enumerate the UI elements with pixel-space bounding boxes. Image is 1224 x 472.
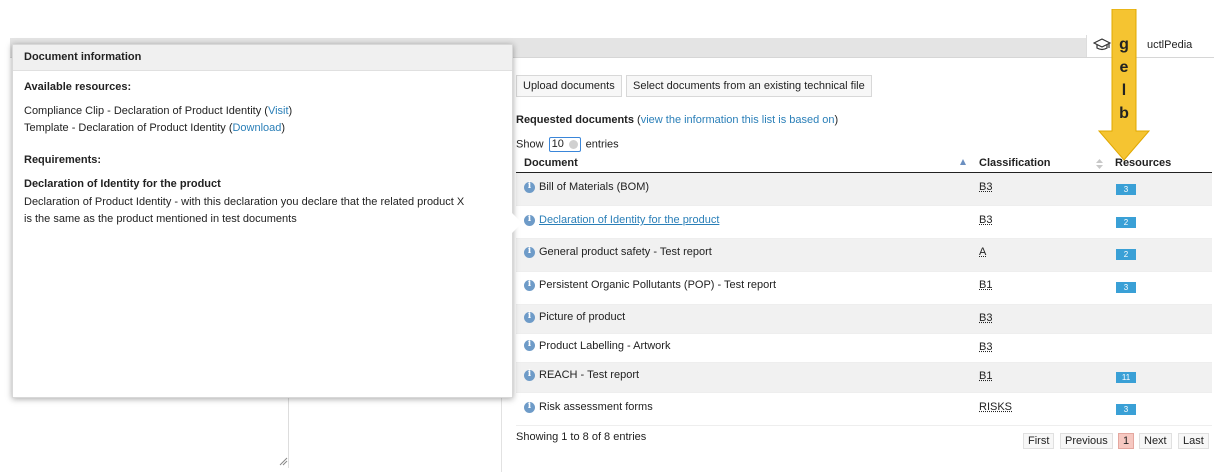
row-classification: B3 xyxy=(979,312,993,324)
upload-documents-button[interactable]: Upload documents xyxy=(516,75,622,97)
table-row[interactable]: Bill of Materials (BOM) B3 3 xyxy=(516,173,1212,206)
column-document[interactable]: Document xyxy=(524,157,578,169)
entries-select[interactable]: 10 xyxy=(548,137,581,152)
resources-badge[interactable]: 3 xyxy=(1116,404,1136,415)
info-icon[interactable] xyxy=(524,339,535,351)
table-info: Showing 1 to 8 of 8 entries xyxy=(516,431,647,443)
pager-previous[interactable]: Previous xyxy=(1060,433,1113,449)
resource-line-2: Template - Declaration of Product Identi… xyxy=(24,120,504,136)
info-icon[interactable] xyxy=(524,214,535,226)
table-row[interactable]: Declaration of Identity for the product … xyxy=(516,206,1212,239)
popover-pointer xyxy=(512,213,522,233)
entries-length-control: Show 10 entries xyxy=(516,137,619,152)
annotation-letter: e xyxy=(1119,59,1129,76)
info-icon[interactable] xyxy=(524,279,535,291)
row-classification: B1 xyxy=(979,370,993,382)
popover-title: Document information xyxy=(13,45,512,71)
resource-line-1: Compliance Clip - Declaration of Product… xyxy=(24,103,504,119)
row-document: REACH - Test report xyxy=(539,369,640,381)
row-document: Product Labelling - Artwork xyxy=(539,340,671,352)
row-classification: B1 xyxy=(979,279,993,291)
entries-label: entries xyxy=(585,138,619,151)
row-classification: B3 xyxy=(979,181,993,193)
row-document: Risk assessment forms xyxy=(539,401,653,413)
table-row[interactable]: Product Labelling - Artwork B3 xyxy=(516,334,1212,363)
row-document: Bill of Materials (BOM) xyxy=(539,181,650,193)
resource-1-close: ) xyxy=(288,105,293,117)
resources-badge[interactable]: 2 xyxy=(1116,249,1136,260)
requested-title-text: Requested documents xyxy=(516,114,634,126)
column-classification[interactable]: Classification xyxy=(979,157,1051,169)
entries-select-value: 10 xyxy=(551,138,564,150)
row-classification: RISKS xyxy=(979,401,1013,413)
download-link[interactable]: Download xyxy=(232,122,281,134)
paren-close: ) xyxy=(834,114,839,126)
resources-badge[interactable]: 11 xyxy=(1116,372,1136,383)
annotation-letter: l xyxy=(1121,82,1127,99)
table-row[interactable]: General product safety - Test report A 2 xyxy=(516,239,1212,272)
info-icon[interactable] xyxy=(524,246,535,258)
resources-badge[interactable]: 3 xyxy=(1116,282,1136,293)
sort-asc-icon[interactable] xyxy=(960,159,966,165)
row-document-link[interactable]: Declaration of Identity for the product xyxy=(539,214,719,226)
info-icon[interactable] xyxy=(524,369,535,381)
row-classification: A xyxy=(979,246,987,258)
requested-documents-title: Requested documents (view the informatio… xyxy=(516,114,838,126)
resource-2-text: Template - Declaration of Product Identi… xyxy=(24,122,233,134)
pager-first[interactable]: First xyxy=(1023,433,1055,449)
annotation-letter: b xyxy=(1119,105,1129,122)
view-info-link[interactable]: view the information this list is based … xyxy=(641,114,835,126)
requirement-line-2: is the same as the product mentioned in … xyxy=(24,213,297,225)
document-info-popover: Document information Available resources… xyxy=(12,44,522,398)
resource-2-close: ) xyxy=(281,122,286,134)
row-document: General product safety - Test report xyxy=(539,246,712,258)
table-row[interactable]: REACH - Test report B1 11 xyxy=(516,363,1212,393)
select-existing-file-button[interactable]: Select documents from an existing techni… xyxy=(626,75,872,97)
available-resources-title: Available resources: xyxy=(24,81,132,93)
resize-grip-icon[interactable] xyxy=(278,456,288,466)
panel-divider xyxy=(288,388,289,468)
info-icon[interactable] xyxy=(524,401,535,413)
requirement-name: Declaration of Identity for the product xyxy=(24,178,221,190)
row-document: Persistent Organic Pollutants (POP) - Te… xyxy=(539,279,776,291)
annotation-letters: g e l b xyxy=(1115,33,1133,125)
dropdown-arrow-icon xyxy=(568,140,578,149)
resources-badge[interactable]: 2 xyxy=(1116,217,1136,228)
info-icon[interactable] xyxy=(524,311,535,323)
requirement-line-1: Declaration of Product Identity - with t… xyxy=(24,196,465,208)
row-classification: B3 xyxy=(979,214,993,226)
pager-page-1[interactable]: 1 xyxy=(1118,433,1135,449)
annotation-letter: g xyxy=(1119,36,1129,53)
visit-link[interactable]: Visit xyxy=(268,105,289,117)
brand-name: uctlPedia xyxy=(1147,39,1193,51)
table-row[interactable]: Risk assessment forms RISKS 3 xyxy=(516,393,1212,426)
show-label: Show xyxy=(516,138,544,151)
row-classification: B3 xyxy=(979,341,993,353)
resources-badge[interactable]: 3 xyxy=(1116,184,1136,195)
requirements-title: Requirements: xyxy=(24,154,102,166)
row-document: Picture of product xyxy=(539,311,626,323)
resource-1-text: Compliance Clip - Declaration of Product… xyxy=(24,105,268,117)
table-row[interactable]: Persistent Organic Pollutants (POP) - Te… xyxy=(516,272,1212,305)
info-icon[interactable] xyxy=(524,181,535,193)
pager-next[interactable]: Next xyxy=(1139,433,1172,449)
documents-table: Document Classification Resources Bill o… xyxy=(516,154,1212,426)
pager-last[interactable]: Last xyxy=(1178,433,1209,449)
table-row[interactable]: Picture of product B3 xyxy=(516,305,1212,334)
